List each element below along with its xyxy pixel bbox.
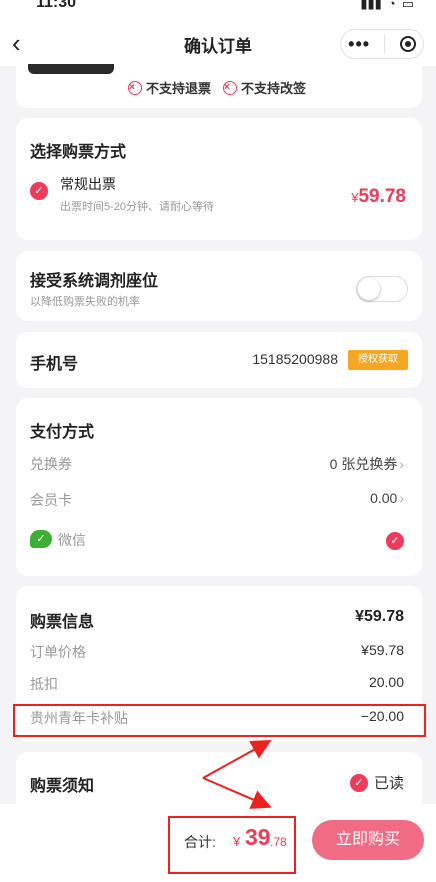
more-icon[interactable]: ••• xyxy=(348,35,370,53)
x-circle-icon: × xyxy=(128,80,142,95)
ticket-option-desc: 出票时间5-20分钟、请耐心等待 xyxy=(60,201,215,213)
ticket-type-title: 选择购票方式 xyxy=(30,144,127,161)
price-row-deduction: 抵扣 20.00 xyxy=(30,674,404,692)
status-icons: ▮▮▮ ◔ ▭ xyxy=(360,0,414,12)
purchase-notice-card: 购票须知 ✓ 已读 xyxy=(16,752,422,812)
chevron-right-icon: › xyxy=(399,490,404,506)
ticket-option-price: ¥59.78 xyxy=(351,186,406,207)
phone-label: 手机号 xyxy=(30,356,79,373)
battery-icon: ▭ xyxy=(401,0,414,11)
back-icon[interactable]: ‹ xyxy=(12,30,40,58)
authorize-phone-button[interactable]: 授权获取 xyxy=(348,350,408,370)
total-amount-int: 39 xyxy=(245,824,271,850)
seat-adjust-card: 接受系统调剂座位 以降低购票失败的机率 xyxy=(16,251,422,321)
ticket-restrictions: × 不支持退票 × 不支持改签 xyxy=(128,78,306,97)
close-mini-program-icon[interactable] xyxy=(399,36,416,52)
payment-card: 支付方式 兑换券 0 张兑换券 › 会员卡 0.00 › ✓ 微信 ✓ xyxy=(16,398,422,576)
page-title: 确认订单 xyxy=(184,36,252,56)
wechat-pay-check-icon[interactable]: ✓ xyxy=(386,532,404,550)
total-currency: ¥ xyxy=(233,834,241,849)
phone-card: 手机号 15185200988 授权获取 xyxy=(16,332,422,388)
movie-poster xyxy=(28,64,114,74)
x-circle-icon: × xyxy=(223,80,238,95)
status-time: 11:30 xyxy=(36,0,77,11)
seat-adjust-title: 接受系统调剂座位 xyxy=(30,273,159,290)
seat-adjust-toggle[interactable] xyxy=(356,276,408,302)
movie-info-card: × 不支持退票 × 不支持改签 xyxy=(16,64,422,108)
notice-title: 购票须知 xyxy=(30,778,95,795)
member-card-value[interactable]: 0.00 › xyxy=(370,490,404,506)
chevron-right-icon: › xyxy=(399,456,404,472)
option-check-icon[interactable]: ✓ xyxy=(30,182,48,200)
member-card-label: 会员卡 xyxy=(30,492,72,508)
nav-bar: ‹ 确认订单 ••• xyxy=(0,22,436,66)
wechat-pay-icon: ✓ xyxy=(30,530,52,548)
mini-program-capsule: ••• xyxy=(340,29,424,59)
no-change-tag: × 不支持改签 xyxy=(223,80,307,96)
coupon-value[interactable]: 0 张兑换券 › xyxy=(330,454,404,474)
subsidy-highlight-annotation xyxy=(13,704,426,737)
price-info-header: 购票信息 ¥59.78 xyxy=(30,608,404,632)
wechat-pay-label[interactable]: 微信 xyxy=(58,530,86,550)
ticket-option-name[interactable]: 常规出票 xyxy=(60,174,116,194)
notice-read-toggle[interactable]: ✓ 已读 xyxy=(349,772,404,793)
coupon-label: 兑换券 xyxy=(30,456,72,472)
phone-number: 15185200988 xyxy=(252,351,338,367)
ticket-type-card: 选择购票方式 ✓ 常规出票 出票时间5-20分钟、请耐心等待 ¥59.78 xyxy=(16,118,422,240)
price-info-total: ¥59.78 xyxy=(355,608,404,625)
total-label: 合计: xyxy=(184,834,216,850)
capsule-divider xyxy=(384,35,386,53)
read-check-icon: ✓ xyxy=(349,773,368,792)
confirm-order-page: 11:30 ▮▮▮ ◔ ▭ ‹ 确认订单 ••• × 不支持退票 × 不支持改签 xyxy=(0,0,436,882)
checkout-bar: 合计: ¥ 39 .78 立即购买 xyxy=(0,804,436,882)
buy-now-button[interactable]: 立即购买 xyxy=(312,820,424,860)
status-bar: 11:30 ▮▮▮ ◔ ▭ xyxy=(0,0,436,22)
total-amount-dec: .78 xyxy=(270,835,287,849)
wifi-icon: ◔ xyxy=(387,0,396,11)
payment-title: 支付方式 xyxy=(30,424,95,441)
toggle-knob xyxy=(358,278,380,300)
no-refund-tag: × 不支持退票 xyxy=(128,80,212,96)
price-info-title: 购票信息 xyxy=(30,614,95,631)
price-row-order: 订单价格 ¥59.78 xyxy=(30,642,404,660)
seat-adjust-desc: 以降低购票失败的机率 xyxy=(30,296,140,308)
signal-icon: ▮▮▮ xyxy=(360,0,382,11)
